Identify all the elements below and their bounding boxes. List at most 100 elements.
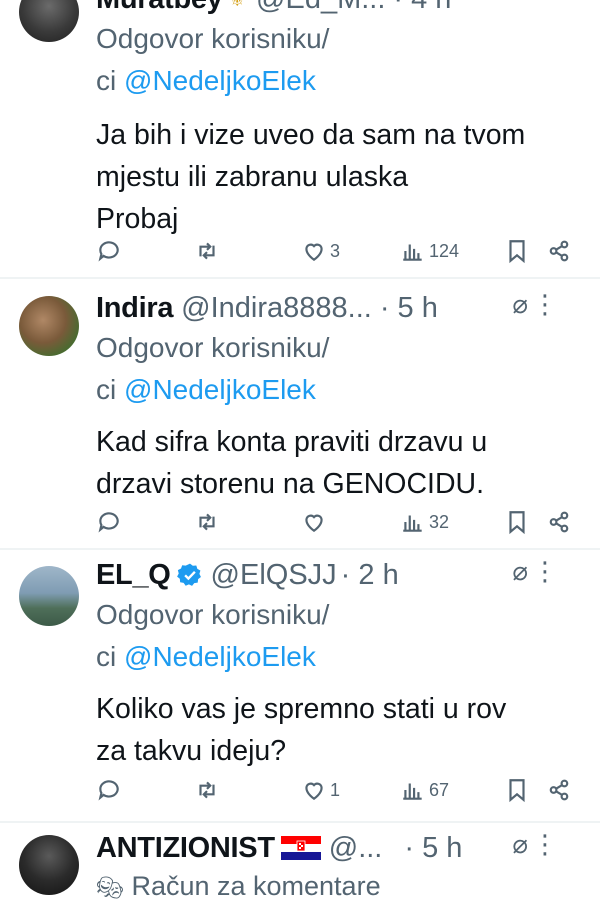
action-bar: 32	[96, 505, 578, 539]
more-icon[interactable]: ⋮	[532, 289, 558, 320]
view-count: 67	[429, 779, 450, 800]
author-name[interactable]: Muratbey	[96, 0, 223, 18]
tweet-header: ANTIZIONIST @... · 5 h	[96, 829, 580, 867]
retweet-icon	[199, 781, 215, 799]
mask-icon: 🎭︎	[96, 875, 124, 900]
verified-badge-icon	[176, 563, 201, 586]
tweet[interactable]: Indira @Indira8888... · 5 h ⌀ ⋮ Odgovor …	[0, 279, 600, 550]
share-button[interactable]	[546, 509, 572, 535]
timeline: Muratbey ⚜ @Ed_M... · 4 h Odgovor korisn…	[0, 0, 600, 906]
tweet[interactable]: EL_Q @ElQSJJ · 2 h ⌀ ⋮ Odgovor korisniku…	[0, 550, 600, 823]
retweet-button[interactable]	[194, 777, 220, 803]
reply-button[interactable]	[96, 238, 122, 264]
views-icon	[403, 783, 422, 800]
author-handle[interactable]: @Ed_M...	[256, 0, 385, 18]
reply-prefix: Odgovor korisniku/	[96, 599, 330, 630]
share-icon	[549, 240, 569, 262]
reply-context: Odgovor korisniku/ ci @NedeljkoElek	[96, 327, 580, 411]
account-label-text: Račun za komentare	[131, 871, 381, 901]
author-handle[interactable]: @ElQSJJ	[211, 556, 337, 594]
bookmark-button[interactable]	[504, 238, 530, 264]
tweet-text-line: za takvu ideju?	[96, 735, 287, 767]
retweet-icon	[199, 242, 215, 260]
reply-prefix-2: ci	[96, 641, 117, 672]
more-icon[interactable]: ⋮	[532, 829, 558, 860]
tweet-text: Kad sifra konta praviti drzavu u drzavi …	[96, 421, 580, 505]
tweet-text: Ja bih i vize uveo da sam na tvom mjestu…	[96, 114, 580, 240]
views-button[interactable]: 124	[400, 238, 459, 264]
reply-button[interactable]	[96, 509, 122, 535]
views-button[interactable]: 32	[400, 509, 449, 535]
more-icon[interactable]: ⋮	[532, 556, 558, 587]
tweet-text-line: mjestu ili zabranu ulaska	[96, 161, 409, 193]
tweet-time[interactable]: · 4 h	[393, 0, 451, 18]
mention-link[interactable]: @NedeljkoElek	[124, 65, 316, 96]
tweet-header: Muratbey ⚜ @Ed_M... · 4 h	[96, 0, 580, 18]
tweet-header: Indira @Indira8888... · 5 h	[96, 289, 580, 327]
tweet-time[interactable]: · 5 h	[404, 829, 462, 867]
bookmark-icon	[509, 779, 525, 803]
avatar[interactable]	[19, 296, 79, 356]
tweet-time[interactable]: · 2 h	[341, 556, 399, 594]
like-button[interactable]	[301, 509, 330, 535]
account-label: 🎭︎ Račun za komentare	[96, 867, 580, 907]
avatar[interactable]	[19, 566, 79, 626]
share-icon	[549, 511, 569, 533]
like-count: 1	[330, 779, 341, 800]
reply-icon	[98, 512, 119, 533]
heart-icon	[305, 514, 323, 532]
like-button[interactable]: 3	[301, 238, 340, 264]
grok-icon[interactable]: ⌀	[512, 829, 528, 860]
tweet-header: EL_Q @ElQSJJ · 2 h	[96, 556, 580, 594]
view-count: 32	[429, 511, 450, 532]
author-name[interactable]: ANTIZIONIST	[96, 829, 275, 867]
tweet[interactable]: Muratbey ⚜ @Ed_M... · 4 h Odgovor korisn…	[0, 0, 600, 279]
views-icon	[403, 244, 422, 261]
avatar[interactable]	[19, 835, 79, 895]
reply-icon	[98, 780, 119, 801]
views-button[interactable]: 67	[400, 777, 449, 803]
retweet-button[interactable]	[194, 238, 220, 264]
heart-icon	[305, 782, 323, 800]
retweet-button[interactable]	[194, 509, 220, 535]
reply-context: Odgovor korisniku/ ci @NedeljkoElek	[96, 594, 580, 678]
tweet-text: Koliko vas je spremno stati u rov za tak…	[96, 688, 580, 772]
share-button[interactable]	[546, 777, 572, 803]
tweet-time[interactable]: · 5 h	[380, 289, 438, 327]
bookmark-button[interactable]	[504, 777, 530, 803]
croatia-flag-icon	[280, 836, 321, 860]
share-icon	[549, 779, 569, 801]
reply-prefix: Odgovor korisniku/	[96, 23, 330, 54]
bookmark-icon	[509, 511, 525, 535]
heart-icon	[305, 243, 323, 261]
mention-link[interactable]: @NedeljkoElek	[124, 374, 316, 405]
author-handle[interactable]: @Indira8888...	[181, 289, 372, 327]
view-count: 124	[429, 240, 460, 261]
reply-icon	[98, 241, 119, 262]
action-bar: 3 124	[96, 234, 578, 268]
reply-button[interactable]	[96, 777, 122, 803]
like-button[interactable]: 1	[301, 777, 340, 803]
avatar[interactable]	[19, 0, 79, 42]
views-icon	[403, 515, 422, 532]
share-button[interactable]	[546, 238, 572, 264]
bookmark-icon	[509, 240, 525, 264]
action-bar: 1 67	[96, 773, 578, 807]
reply-context: Odgovor korisniku/ ci @NedeljkoElek	[96, 18, 580, 102]
author-name[interactable]: EL_Q	[96, 556, 171, 594]
mention-link[interactable]: @NedeljkoElek	[124, 641, 316, 672]
grok-icon[interactable]: ⌀	[512, 556, 528, 587]
reply-prefix-2: ci	[96, 374, 117, 405]
author-name[interactable]: Indira	[96, 289, 173, 327]
grok-icon[interactable]: ⌀	[512, 289, 528, 320]
tweet-text-line: drzavi storenu na GENOCIDU.	[96, 468, 485, 500]
tweet-text-line: Koliko vas je spremno stati u rov	[96, 693, 507, 725]
reply-prefix-2: ci	[96, 65, 117, 96]
retweet-icon	[199, 513, 215, 531]
tweet-text-line: Kad sifra konta praviti drzavu u	[96, 426, 488, 458]
gold-fleur-icon: ⚜	[227, 0, 249, 18]
tweet[interactable]: ANTIZIONIST @... · 5 h ⌀ ⋮ 🎭︎ Račun za k…	[0, 823, 600, 906]
author-handle[interactable]: @...	[329, 829, 383, 867]
bookmark-button[interactable]	[504, 509, 530, 535]
tweet-text-line: Ja bih i vize uveo da sam na tvom	[96, 119, 526, 151]
